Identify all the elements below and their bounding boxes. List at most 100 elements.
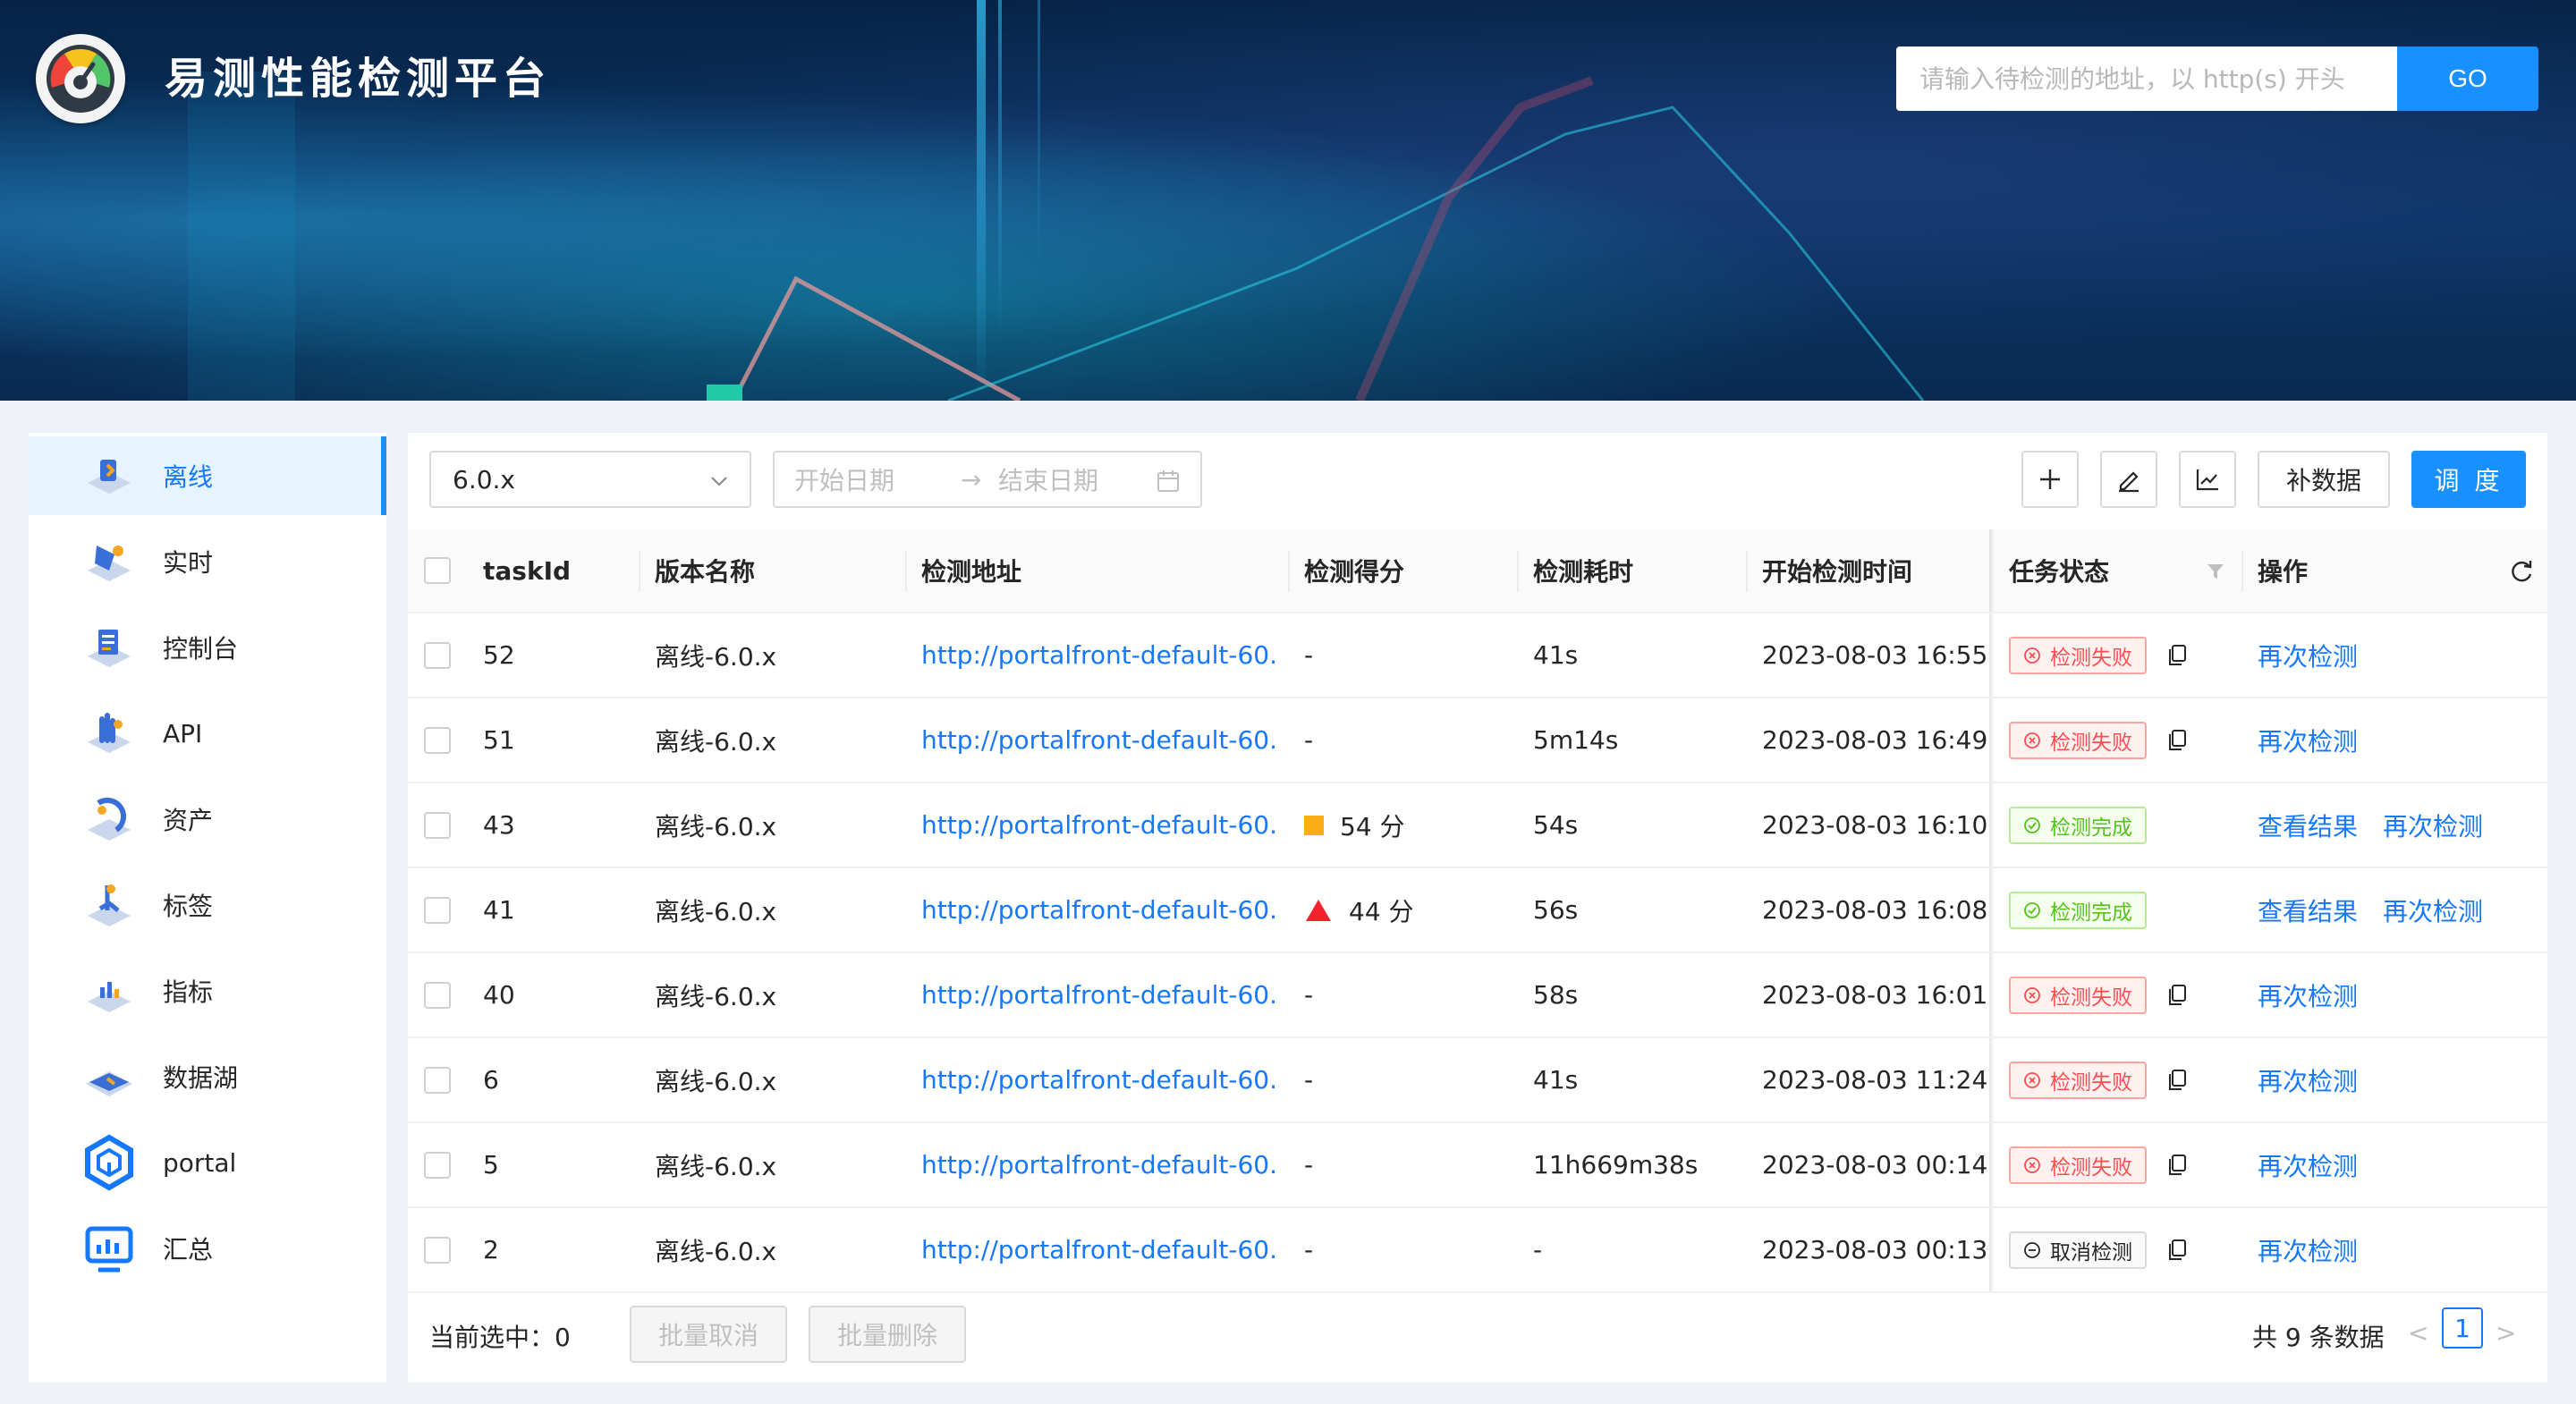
go-button[interactable]: GO [2397, 47, 2538, 111]
schedule-button[interactable]: 调 度 [2411, 451, 2526, 508]
add-button[interactable] [2021, 451, 2079, 508]
sidebar-item-realtime[interactable]: 实时 [29, 522, 386, 601]
retest-link[interactable]: 再次检测 [2258, 1062, 2358, 1098]
site-logo[interactable] [36, 34, 125, 123]
row-checkbox[interactable] [424, 896, 451, 924]
batch-delete-button[interactable]: 批量删除 [809, 1306, 966, 1363]
retest-link[interactable]: 再次检测 [2258, 723, 2358, 758]
chart-button[interactable] [2179, 451, 2236, 508]
sidebar-item-assets[interactable]: 资产 [29, 780, 386, 858]
score-value: - [1304, 640, 1314, 670]
status-text: 检测失败 [2050, 1155, 2132, 1180]
column-header-version[interactable]: 版本名称 [655, 529, 755, 612]
status-text: 检测失败 [2050, 1070, 2132, 1095]
score-cell: - [1304, 953, 1313, 1036]
version-cell: 离线-6.0.x [655, 1236, 777, 1266]
retest-link[interactable]: 再次检测 [2383, 808, 2483, 843]
actions-cell: 查看结果 再次检测 [2258, 783, 2508, 867]
row-checkbox[interactable] [424, 641, 451, 669]
url-link[interactable]: http://portalfront-default-60... [921, 953, 1279, 1036]
plus-icon [2040, 469, 2060, 489]
url-link[interactable]: http://portalfront-default-60... [921, 1123, 1279, 1206]
retest-link[interactable]: 再次检测 [2258, 638, 2358, 673]
sidebar-item-summary[interactable]: 汇总 [29, 1209, 386, 1288]
sidebar-item-tag[interactable]: 标签 [29, 866, 386, 944]
sidebar-item-metrics[interactable]: 指标 [29, 952, 386, 1030]
retest-link[interactable]: 再次检测 [2258, 977, 2358, 1013]
end-date-input[interactable]: 结束日期 [998, 461, 1098, 497]
column-header-taskid[interactable]: taskId [483, 529, 571, 612]
duration-cell: 56s [1533, 895, 1579, 925]
status-badge: 检测失败 [2009, 1146, 2147, 1184]
status-badge: 取消检测 [2009, 1231, 2147, 1269]
sidebar-item-data-lake[interactable]: 数据湖 [29, 1037, 386, 1116]
url-link[interactable]: http://portalfront-default-60... [921, 868, 1279, 952]
url-link[interactable]: http://portalfront-default-60... [921, 783, 1279, 867]
version-cell: 离线-6.0.x [655, 896, 777, 926]
date-range-picker[interactable]: 开始日期 → 结束日期 [773, 451, 1202, 508]
column-header-url[interactable]: 检测地址 [921, 529, 1021, 612]
url-link[interactable]: http://portalfront-default-60... [921, 613, 1279, 697]
actions-cell: 再次检测 [2258, 1208, 2383, 1291]
row-checkbox[interactable] [424, 1236, 451, 1264]
batch-cancel-button[interactable]: 批量取消 [630, 1306, 787, 1363]
sidebar: 离线 实时 控制台 API 资产 标签 指标 数据湖 portal 汇总 [29, 433, 386, 1383]
table-row: 51 离线-6.0.x http://portalfront-default-60.… [408, 698, 2547, 783]
prev-page-button[interactable]: < [2408, 1318, 2428, 1348]
status-cell: 检测失败 [2009, 1123, 2188, 1206]
copy-icon[interactable] [2166, 644, 2188, 667]
close-circle-icon [2024, 986, 2040, 1003]
row-checkbox[interactable] [424, 1151, 451, 1179]
copy-icon[interactable] [2166, 1069, 2188, 1092]
refresh-icon[interactable] [2508, 558, 2535, 585]
sidebar-item-api[interactable]: API [29, 694, 386, 773]
sidebar-item-offline[interactable]: 离线 [29, 436, 386, 515]
column-header-duration[interactable]: 检测耗时 [1533, 529, 1633, 612]
retest-link[interactable]: 再次检测 [2258, 1147, 2358, 1183]
column-divider [639, 551, 640, 592]
row-select-cell [424, 1038, 451, 1121]
sidebar-item-console[interactable]: 控制台 [29, 608, 386, 687]
fixed-column-shadow [1989, 529, 1995, 612]
version-cell: 离线-6.0.x [655, 641, 777, 672]
table-row: 43 离线-6.0.x http://portalfront-default-60.… [408, 783, 2547, 868]
row-checkbox[interactable] [424, 811, 451, 839]
copy-icon[interactable] [2166, 984, 2188, 1007]
row-checkbox[interactable] [424, 726, 451, 754]
task-id-cell: 2 [483, 1235, 499, 1264]
url-link[interactable]: http://portalfront-default-60... [921, 698, 1279, 782]
copy-icon[interactable] [2166, 1154, 2188, 1177]
url-link[interactable]: http://portalfront-default-60... [921, 1208, 1279, 1291]
close-circle-icon [2024, 732, 2040, 749]
status-text: 检测失败 [2050, 731, 2132, 755]
sidebar-item-portal[interactable]: portal [29, 1123, 386, 1202]
retest-link[interactable]: 再次检测 [2258, 1232, 2358, 1268]
score-value: 44 分 [1349, 896, 1414, 926]
url-search-input[interactable] [1896, 47, 2397, 111]
column-header-score[interactable]: 检测得分 [1304, 529, 1404, 612]
view-result-link[interactable]: 查看结果 [2258, 892, 2358, 928]
url-link[interactable]: http://portalfront-default-60... [921, 1038, 1279, 1121]
select-all-checkbox[interactable] [424, 557, 451, 584]
score-cell: 54 分 [1304, 783, 1405, 867]
filter-icon[interactable] [2206, 562, 2225, 581]
row-checkbox[interactable] [424, 1066, 451, 1094]
start-date-input[interactable]: 开始日期 [794, 461, 894, 497]
supplement-data-button[interactable]: 补数据 [2258, 451, 2390, 508]
row-checkbox[interactable] [424, 981, 451, 1009]
copy-icon[interactable] [2166, 1239, 2188, 1262]
page-1-button[interactable]: 1 [2442, 1307, 2483, 1349]
table-row: 6 离线-6.0.x http://portalfront-default-60..… [408, 1038, 2547, 1123]
retest-link[interactable]: 再次检测 [2383, 892, 2483, 928]
edit-button[interactable] [2100, 451, 2157, 508]
next-page-button[interactable]: > [2496, 1318, 2516, 1348]
copy-icon[interactable] [2166, 729, 2188, 752]
status-badge: 检测完成 [2009, 891, 2147, 929]
version-select[interactable]: 6.0.x [429, 451, 751, 508]
column-header-status[interactable]: 任务状态 [2009, 529, 2109, 612]
row-select-cell [424, 1208, 451, 1291]
offline-icon [79, 445, 140, 506]
view-result-link[interactable]: 查看结果 [2258, 808, 2358, 843]
column-header-start-time[interactable]: 开始检测时间 [1762, 529, 1912, 612]
summary-icon [79, 1218, 140, 1279]
